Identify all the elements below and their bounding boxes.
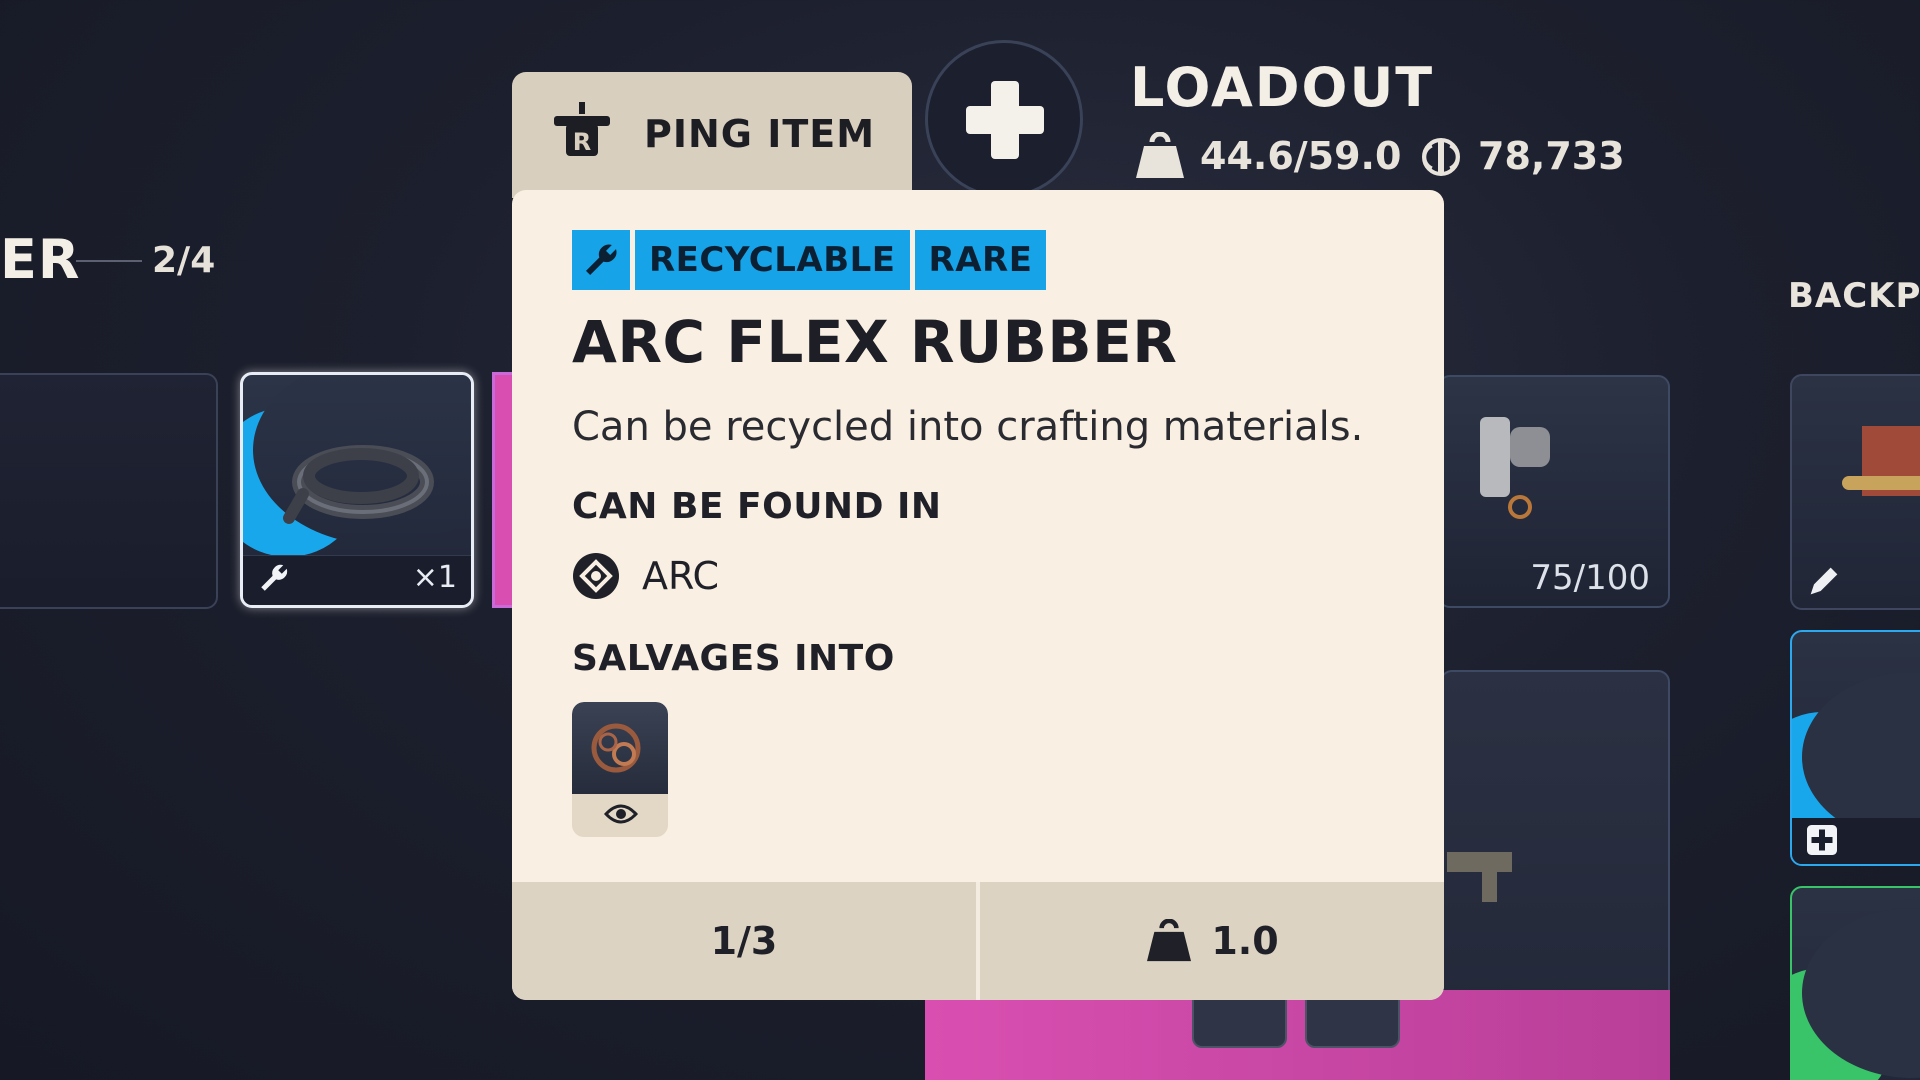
stash-slot-empty[interactable]	[0, 373, 218, 609]
loadout-weight: 44.6/59.0	[1200, 134, 1402, 178]
item-description: Can be recycled into crafting materials.	[572, 404, 1364, 450]
stash-divider	[76, 260, 142, 262]
backpack-slot-2[interactable]	[1790, 630, 1920, 866]
tag-wrench	[572, 230, 630, 290]
weapon-part-image	[1447, 852, 1512, 902]
tag-rarity: RARE	[914, 230, 1047, 290]
backpack-slot-3[interactable]	[1790, 886, 1920, 1080]
pencil-icon	[1810, 567, 1838, 595]
inventory-slot-equipment[interactable]: 75/100	[1438, 375, 1670, 608]
stack-size: 1/3	[710, 919, 778, 963]
medic-slot[interactable]	[925, 40, 1083, 198]
salvage-result-tile[interactable]	[572, 702, 668, 837]
stack-size-cell: 1/3	[512, 882, 976, 1000]
medical-plus-icon	[1807, 825, 1837, 855]
salvage-result-image	[572, 702, 668, 794]
wrench-icon	[586, 244, 617, 275]
stash-count: 2/4	[152, 240, 216, 281]
stash-slot-arc-flex-rubber[interactable]: ×1	[240, 372, 474, 608]
found-in-value: ARC	[642, 554, 720, 598]
item-name: ARC FLEX RUBBER	[572, 308, 1178, 376]
salvages-into-label: SALVAGES INTO	[572, 638, 895, 679]
ping-key-icon: R	[554, 102, 610, 156]
weight-icon	[1136, 132, 1184, 178]
tag-recyclable: RECYCLABLE	[635, 230, 910, 290]
ping-item-label: PING ITEM	[644, 112, 876, 156]
item-weight: 1.0	[1211, 919, 1279, 963]
ammo-box-image	[1842, 426, 1920, 496]
found-in-label: CAN BE FOUND IN	[572, 486, 942, 527]
item-tooltip-card: RECYCLABLE RARE ARC FLEX RUBBER Can be r…	[512, 190, 1444, 1000]
item-tags: RECYCLABLE RARE	[572, 230, 1047, 290]
weapon-rarity-strip	[925, 990, 1670, 1080]
backpack-label: BACKP	[1788, 276, 1920, 316]
ping-item-button[interactable]: R PING ITEM	[512, 72, 912, 198]
rubber-hose-image	[283, 445, 434, 524]
loadout-title: LOADOUT	[1130, 56, 1435, 119]
durability-value: 75/100	[1530, 558, 1650, 598]
item-weight-cell: 1.0	[980, 882, 1444, 1000]
device-image	[1480, 417, 1550, 519]
weight-icon	[1147, 919, 1192, 962]
ping-key-letter: R	[573, 128, 591, 156]
arc-icon	[573, 553, 619, 599]
eye-icon[interactable]	[604, 802, 638, 826]
item-footer: 1/3 1.0	[512, 882, 1444, 1000]
stash-title: ER	[0, 228, 81, 291]
coin-icon	[1422, 138, 1460, 176]
slot-quantity: ×1	[412, 560, 457, 595]
backpack-slot-1[interactable]	[1790, 374, 1920, 610]
medic-cross-icon	[966, 81, 1044, 159]
wrench-icon	[261, 564, 288, 591]
loadout-currency: 78,733	[1478, 134, 1625, 178]
